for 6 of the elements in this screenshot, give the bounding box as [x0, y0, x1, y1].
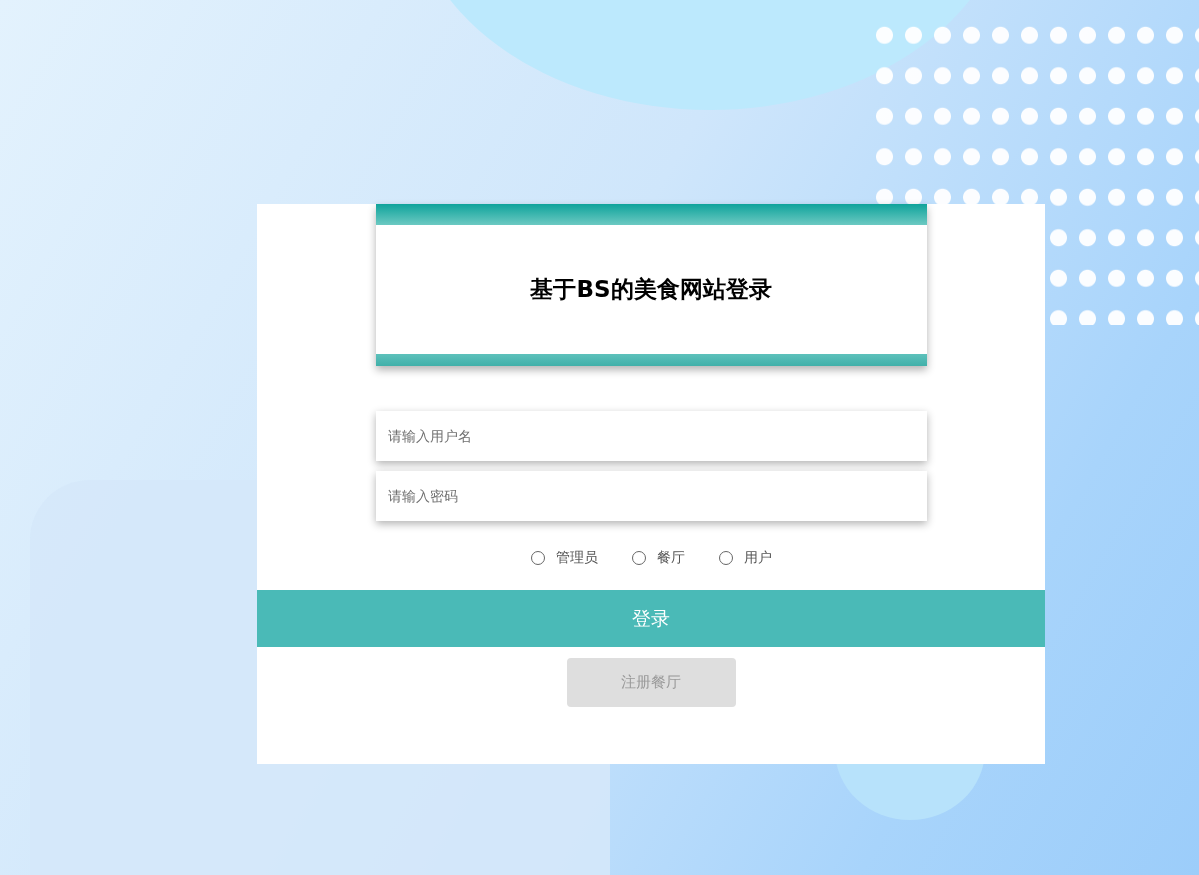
radio-label[interactable]: 用户 [743, 549, 772, 567]
input-field[interactable]: 请输入用户名 [375, 411, 927, 461]
input-field[interactable]: 请输入密码 [375, 471, 927, 521]
radio-label[interactable]: 管理员 [555, 549, 598, 567]
radio-label[interactable]: 餐厅 [656, 549, 685, 567]
page-title: 基于BS的美食网站登录 [529, 275, 773, 304]
